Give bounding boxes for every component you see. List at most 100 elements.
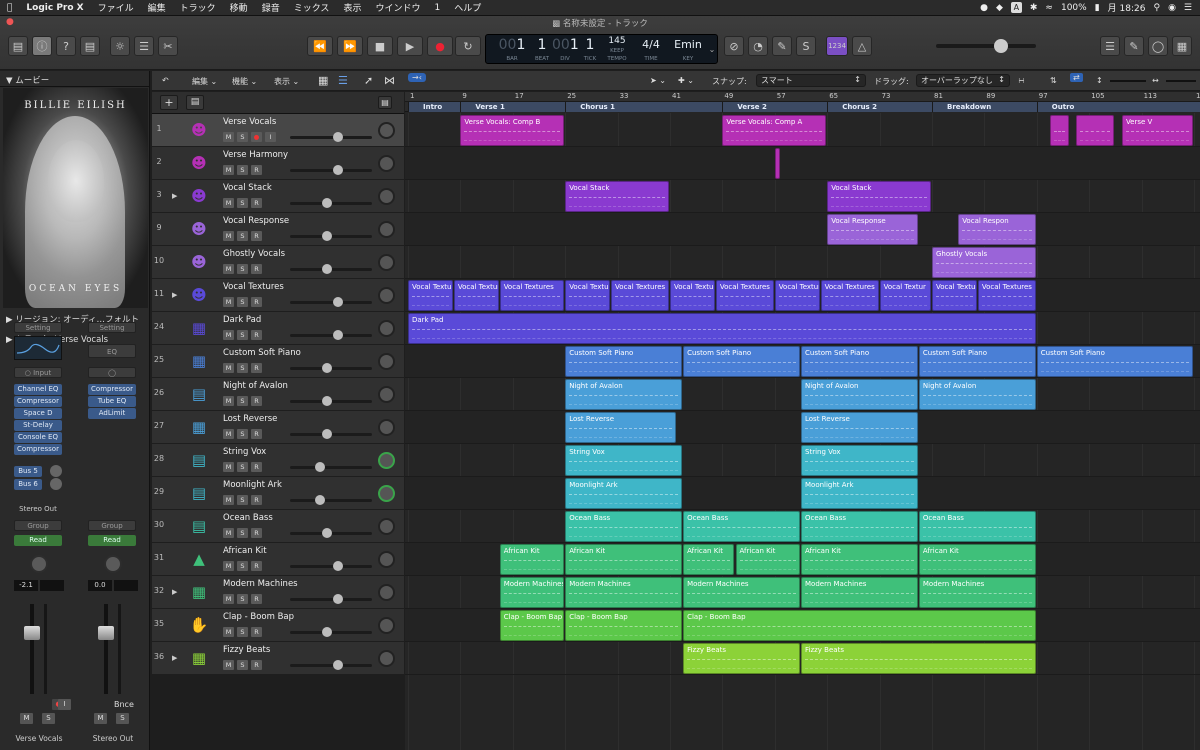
setting-button[interactable]: Setting <box>14 322 62 333</box>
send-bus-5[interactable]: Bus 5 <box>14 466 42 477</box>
section-marker[interactable]: Verse 1 <box>460 102 566 112</box>
track-lane[interactable]: Fizzy Beats Fizzy Beats <box>405 642 1200 675</box>
send-bus-6[interactable]: Bus 6 <box>14 479 42 490</box>
add-track-button[interactable]: + <box>160 95 178 110</box>
track-volume-knob[interactable] <box>322 627 332 637</box>
disclosure-open-icon[interactable]: ▼ <box>6 76 13 86</box>
track-solo-button[interactable]: S <box>237 627 248 637</box>
synth-icon[interactable]: ▤ <box>186 382 212 406</box>
track-volume-slider[interactable] <box>290 198 372 208</box>
track-mute-button[interactable]: M <box>223 363 234 373</box>
vertical-zoom-slider[interactable] <box>1110 80 1146 82</box>
menu-record[interactable]: 録音 <box>255 1 287 14</box>
track-solo-button[interactable]: S <box>237 660 248 670</box>
track-solo-button[interactable]: S <box>237 231 248 241</box>
track-read-button[interactable]: R <box>251 561 262 571</box>
track-solo-button[interactable]: S <box>237 528 248 538</box>
region[interactable]: Clap - Boom Bap <box>565 610 683 641</box>
apple-icon[interactable]:  <box>0 3 19 13</box>
pan-knob[interactable] <box>30 555 48 573</box>
track-header[interactable]: 32 ▶ ▦ Modern Machines M S R <box>152 576 404 609</box>
track-name[interactable]: Fizzy Beats <box>223 645 270 655</box>
track-lane[interactable]: Modern Machines Modern Machines Modern Mac… <box>405 576 1200 609</box>
synth-icon[interactable]: ▤ <box>186 514 212 538</box>
region[interactable]: Vocal Textur <box>774 280 820 311</box>
track-volume-knob[interactable] <box>322 231 332 241</box>
region[interactable]: Vocal Response <box>827 214 918 245</box>
track-pan-knob[interactable] <box>378 419 395 436</box>
track-name[interactable]: String Vox <box>223 447 266 457</box>
track-mute-button[interactable]: M <box>223 330 234 340</box>
input-button[interactable]: ○ Input <box>14 367 62 378</box>
track-volume-knob[interactable] <box>333 297 343 307</box>
send-knob-2[interactable] <box>50 478 62 490</box>
browser-icon[interactable]: ▦ <box>1172 36 1192 56</box>
region[interactable]: Custom Soft Piano <box>918 346 1036 377</box>
track-solo-button[interactable]: S <box>237 330 248 340</box>
track-read-button[interactable]: R <box>251 462 262 472</box>
waveform-zoom-icon[interactable]: ∺ <box>1018 76 1025 85</box>
region[interactable]: Modern Machines <box>499 577 565 608</box>
volume-fader[interactable] <box>96 604 126 694</box>
region[interactable]: Ghostly Vocals <box>932 247 1036 278</box>
menu-window[interactable]: ウインドウ <box>368 1 427 14</box>
region[interactable] <box>1049 115 1069 146</box>
track-volume-knob[interactable] <box>333 132 343 142</box>
menu-edit[interactable]: 編集 <box>141 1 173 14</box>
track-mute-button[interactable]: M <box>223 231 234 241</box>
region[interactable]: String Vox <box>801 445 918 476</box>
pan-knob[interactable] <box>104 555 122 573</box>
track-name[interactable]: Night of Avalon <box>223 381 288 391</box>
track-header[interactable]: 1 ☻ Verse Vocals M S ● I <box>152 114 404 147</box>
global-tracks-icon[interactable]: ▤ <box>378 96 392 109</box>
track-read-button[interactable]: R <box>251 495 262 505</box>
region[interactable]: Night of Avalon <box>565 379 683 410</box>
track-mute-button[interactable]: M <box>223 495 234 505</box>
track-read-button[interactable]: R <box>251 396 262 406</box>
track-mute-button[interactable]: M <box>223 165 234 175</box>
track-name[interactable]: Ocean Bass <box>223 513 273 523</box>
track-lane[interactable]: Ocean Bass Ocean Bass Ocean Bass Ocean Bass <box>405 510 1200 543</box>
track-read-button[interactable]: R <box>251 627 262 637</box>
track-folder-icon[interactable]: ▤ <box>186 95 204 110</box>
group-button[interactable]: Group <box>14 520 62 531</box>
menu-help[interactable]: ヘルプ <box>447 1 488 14</box>
track-name[interactable]: Lost Reverse <box>223 414 277 424</box>
drag-select[interactable]: オーバーラップなし ↕ <box>916 74 1010 87</box>
drum-icon[interactable]: ▲ <box>186 547 212 571</box>
track-solo-button[interactable]: S <box>237 198 248 208</box>
track-header[interactable]: 30 ▤ Ocean Bass M S R <box>152 510 404 543</box>
track-solo-button[interactable]: S <box>237 165 248 175</box>
mute-button[interactable]: M <box>20 713 33 724</box>
user-icon[interactable]: ◉ <box>1168 3 1176 13</box>
track-header[interactable]: 2 ☻ Verse Harmony M S R <box>152 147 404 180</box>
eq-thumbnail[interactable] <box>14 336 62 360</box>
track-mute-button[interactable]: M <box>223 429 234 439</box>
region[interactable]: Modern Machines <box>918 577 1036 608</box>
track-lane[interactable]: Custom Soft Piano Custom Soft Piano Custom… <box>405 345 1200 378</box>
track-solo-button[interactable]: S <box>237 594 248 604</box>
help-icon[interactable]: ? <box>56 36 76 56</box>
track-read-button[interactable]: R <box>251 231 262 241</box>
track-name[interactable]: African Kit <box>223 546 267 556</box>
view-menu[interactable]: 表示 ⌄ <box>274 76 299 87</box>
track-name[interactable]: Dark Pad <box>223 315 261 325</box>
region[interactable]: Vocal Textures <box>715 280 774 311</box>
track-pan-knob[interactable] <box>378 650 395 667</box>
track-pan-knob[interactable] <box>378 551 395 568</box>
track-volume-knob[interactable] <box>333 330 343 340</box>
automation-read-button[interactable]: Read <box>14 535 62 546</box>
vocal-icon[interactable]: ☻ <box>186 250 212 274</box>
region[interactable]: Ocean Bass <box>918 511 1036 542</box>
menu-view[interactable]: 表示 <box>336 1 368 14</box>
track-header[interactable]: 31 ▲ African Kit M S R <box>152 543 404 576</box>
track-lane[interactable]: Verse Vocals: Comp B Verse Vocals: Comp A… <box>405 114 1200 147</box>
pointer-tool-icon[interactable]: ➤ ⌄ <box>650 76 666 85</box>
region[interactable]: Vocal Textures <box>499 280 565 311</box>
metronome-icon[interactable]: △ <box>852 36 872 56</box>
track-mute-button[interactable]: M <box>223 528 234 538</box>
drum-machine-icon[interactable]: ▦ <box>186 580 212 604</box>
synth-icon[interactable]: ▤ <box>186 481 212 505</box>
piano-icon[interactable]: ▦ <box>186 349 212 373</box>
control-icon[interactable]: ● <box>980 3 988 13</box>
